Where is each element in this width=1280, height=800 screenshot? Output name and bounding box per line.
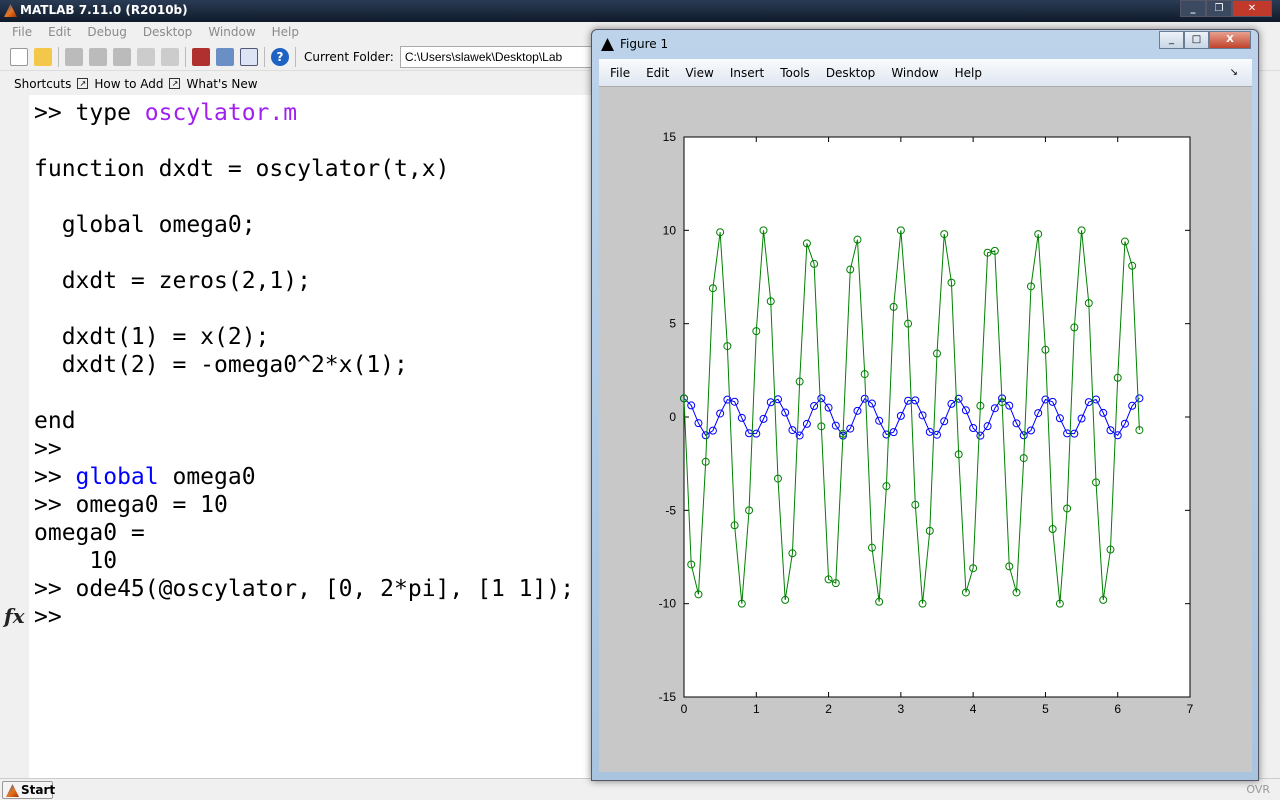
undo-icon[interactable] (137, 47, 155, 66)
separator (295, 46, 296, 67)
dock-icon[interactable]: ↘ (1222, 67, 1246, 78)
y-tick-label: -15 (659, 690, 677, 704)
figure-menu-view[interactable]: View (677, 66, 721, 80)
y-tick-label: 15 (663, 130, 677, 144)
y-tick-label: 0 (669, 410, 676, 424)
separator (58, 46, 59, 67)
command-window[interactable]: >> type oscylator.m function dxdt = oscy… (29, 95, 594, 778)
figure-logo-icon (601, 38, 614, 51)
shortcuts-label: Shortcuts (14, 76, 72, 91)
console-line: >> global omega0 (34, 463, 256, 491)
keyword: global (75, 464, 159, 490)
shortcut-how-to-add[interactable]: How to Add (94, 77, 163, 91)
console-line: dxdt(1) = x(2); (34, 324, 270, 350)
console-gutter (0, 95, 29, 778)
figure-close-button[interactable]: X (1209, 31, 1251, 49)
matlab-logo-icon (4, 4, 17, 17)
y-tick-label: -10 (659, 597, 677, 611)
function-browser-icon[interactable]: fx (4, 604, 25, 628)
figure-menu-bar: File Edit View Insert Tools Desktop Wind… (599, 59, 1252, 87)
console-prompt[interactable]: >> (34, 603, 62, 631)
console-line: 10 (34, 548, 118, 574)
x-tick-label: 1 (753, 702, 760, 716)
figure-menu-insert[interactable]: Insert (722, 66, 772, 80)
overwrite-indicator: OVR (1246, 783, 1270, 796)
menu-desktop[interactable]: Desktop (135, 22, 201, 43)
menu-file[interactable]: File (4, 22, 40, 43)
prompt-text: >> type (34, 100, 145, 126)
figure-menu-edit[interactable]: Edit (638, 66, 677, 80)
console-line: function dxdt = oscylator(t,x) (34, 156, 450, 182)
guide-icon[interactable] (216, 47, 234, 66)
y-tick-label: 5 (669, 317, 676, 331)
figure-menu-window[interactable]: Window (883, 66, 946, 80)
separator (264, 46, 265, 67)
restore-button[interactable]: ❐ (1206, 0, 1232, 17)
console-line: omega0 = (34, 520, 145, 546)
x-tick-label: 3 (898, 702, 905, 716)
console-line: dxdt(2) = -omega0^2*x(1); (34, 352, 408, 378)
figure-menu-desktop[interactable]: Desktop (818, 66, 884, 80)
x-tick-label: 7 (1187, 702, 1194, 716)
command-text: omega0 (158, 464, 256, 490)
open-folder-icon[interactable] (34, 47, 52, 66)
status-bar: Start OVR (0, 778, 1280, 800)
simulink-icon[interactable] (192, 47, 210, 66)
axes-box (683, 136, 1191, 698)
prompt-text: >> (34, 464, 76, 490)
figure-menu-help[interactable]: Help (947, 66, 990, 80)
plot-axes[interactable]: 0 1 2 3 4 5 6 7 -15 -10 -5 0 5 10 15 (599, 87, 1252, 772)
copy-icon[interactable] (89, 47, 107, 66)
figure-canvas: 0 1 2 3 4 5 6 7 -15 -10 -5 0 5 10 15 (599, 87, 1252, 772)
shortcut-whats-new[interactable]: What's New (186, 77, 257, 91)
menu-debug[interactable]: Debug (79, 22, 134, 43)
console-line: end (34, 408, 76, 434)
shortcut-icon: ↗ (169, 78, 181, 89)
console-line: dxdt = zeros(2,1); (34, 268, 311, 294)
figure-title: Figure 1 (620, 37, 669, 51)
start-label: Start (21, 783, 56, 797)
help-icon[interactable]: ? (271, 47, 289, 66)
separator (185, 46, 186, 67)
new-file-icon[interactable] (10, 47, 28, 66)
console-line: >> type oscylator.m (34, 99, 297, 127)
y-tick-label: 10 (663, 223, 677, 237)
menu-window[interactable]: Window (200, 22, 263, 43)
menu-edit[interactable]: Edit (40, 22, 79, 43)
x-tick-label: 2 (825, 702, 832, 716)
close-button[interactable]: ✕ (1232, 0, 1272, 17)
profiler-icon[interactable] (240, 47, 258, 66)
x-tick-label: 6 (1114, 702, 1121, 716)
start-button[interactable]: Start (2, 781, 56, 799)
matlab-logo-icon (6, 784, 19, 797)
main-title-bar: MATLAB 7.11.0 (R2010b) _ ❐ ✕ (0, 0, 1280, 22)
minimize-button[interactable]: _ (1180, 0, 1206, 17)
x-tick-label: 5 (1042, 702, 1049, 716)
figure-menu-tools[interactable]: Tools (772, 66, 818, 80)
shortcuts-bar: Shortcuts ↗ How to Add ↗ What's New (0, 72, 600, 95)
console-line: global omega0; (34, 212, 256, 238)
console-line: >> omega0 = 10 (34, 492, 228, 518)
y-tick-label: -5 (665, 503, 676, 517)
figure-minimize-button[interactable]: _ (1159, 31, 1184, 49)
x-tick-label: 0 (681, 702, 688, 716)
menu-help[interactable]: Help (264, 22, 307, 43)
redo-icon[interactable] (161, 47, 179, 66)
figure-menu-file[interactable]: File (602, 66, 638, 80)
figure-window: Figure 1 _ □ X File Edit View Insert Tools… (591, 29, 1259, 781)
file-link[interactable]: oscylator.m (145, 100, 297, 126)
current-folder-label: Current Folder: (304, 49, 394, 64)
x-tick-label: 4 (970, 702, 977, 716)
console-line: >> ode45(@oscylator, [0, 2*pi], [1 1]); (34, 576, 575, 602)
paste-icon[interactable] (113, 47, 131, 66)
console-line: >> (34, 436, 62, 462)
window-title: MATLAB 7.11.0 (R2010b) (20, 3, 188, 17)
shortcut-icon: ↗ (77, 78, 89, 89)
figure-maximize-button[interactable]: □ (1184, 31, 1209, 49)
cut-icon[interactable] (65, 47, 83, 66)
